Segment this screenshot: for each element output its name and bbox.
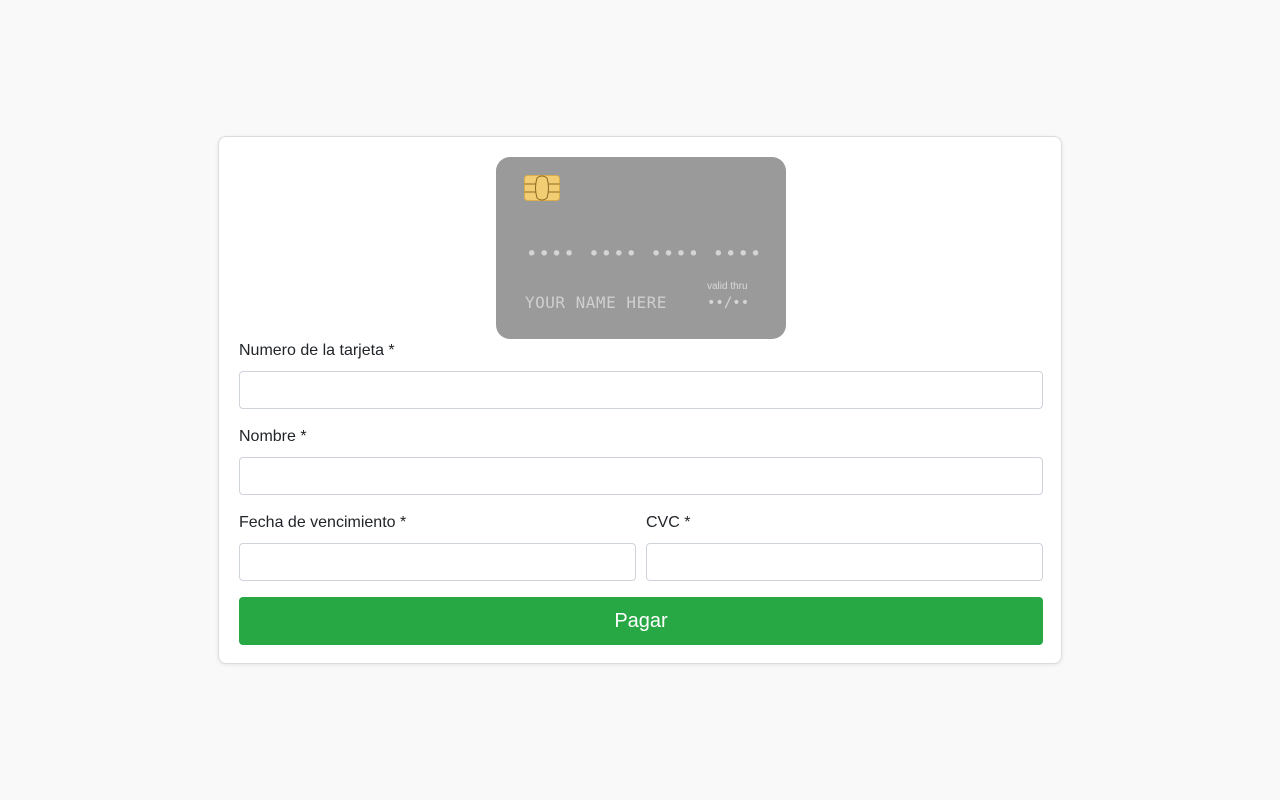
- valid-thru-label: valid thru: [707, 281, 748, 292]
- card-holder-display: YOUR NAME HERE: [525, 293, 667, 312]
- card-expiry-display: ••/••: [707, 295, 750, 311]
- pay-button[interactable]: Pagar: [239, 597, 1043, 645]
- card-number-input[interactable]: [239, 371, 1043, 409]
- name-input[interactable]: [239, 457, 1043, 495]
- name-label: Nombre *: [239, 428, 307, 445]
- payment-panel: •••• •••• •••• •••• YOUR NAME HERE valid…: [218, 136, 1062, 664]
- cvc-input[interactable]: [646, 543, 1043, 581]
- expiry-label: Fecha de vencimiento *: [239, 514, 407, 531]
- card-chip-icon: [524, 175, 560, 201]
- card-number-display: •••• •••• •••• ••••: [526, 243, 763, 265]
- expiry-input[interactable]: [239, 543, 636, 581]
- cvc-label: CVC *: [646, 514, 691, 531]
- credit-card-preview: •••• •••• •••• •••• YOUR NAME HERE valid…: [496, 157, 786, 339]
- card-number-label: Numero de la tarjeta *: [239, 342, 395, 359]
